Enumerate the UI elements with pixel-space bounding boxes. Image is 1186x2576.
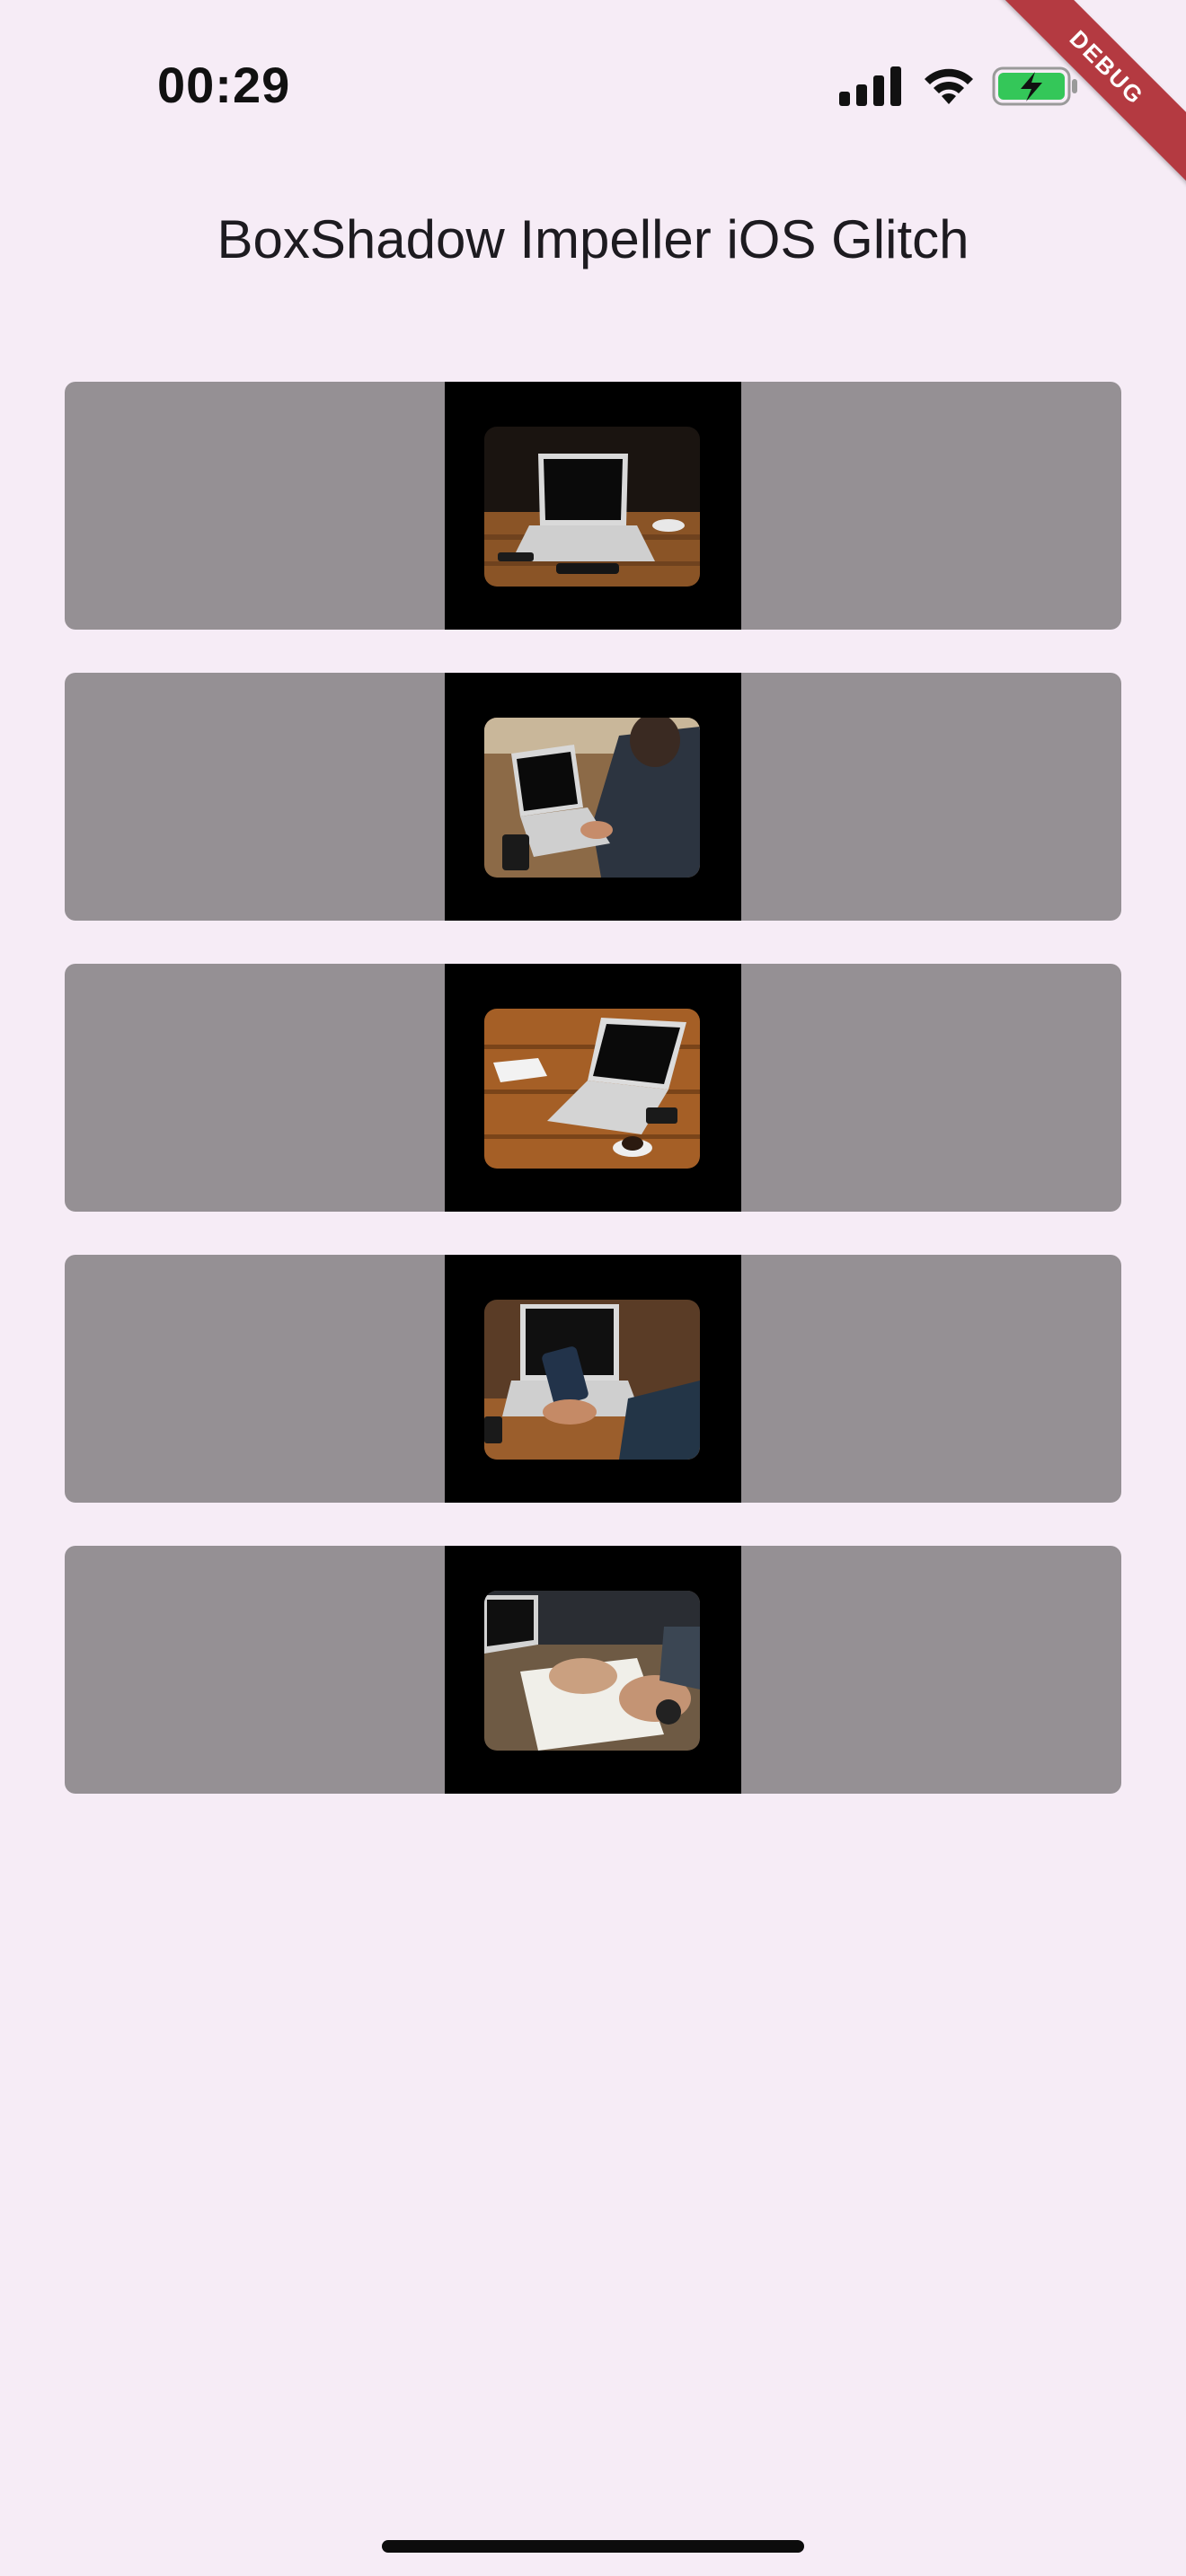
person-writing-in-notebook-photo (484, 1591, 700, 1751)
status-time: 00:29 (157, 57, 291, 113)
person-typing-on-laptop-photo (484, 718, 700, 878)
image-frame (445, 1546, 741, 1794)
signal-icon (839, 66, 901, 106)
image-list (65, 382, 1121, 1837)
list-item (65, 964, 1121, 1212)
list-item (65, 1546, 1121, 1794)
laptop-with-coffee-cup-photo (484, 1009, 700, 1169)
image-frame (445, 964, 741, 1212)
laptop-on-wooden-desk-photo (484, 427, 700, 587)
list-item (65, 1255, 1121, 1503)
wifi-icon (925, 68, 973, 104)
image-frame (445, 1255, 741, 1503)
list-item (65, 673, 1121, 921)
hands-holding-phone-over-laptop-photo (484, 1300, 700, 1460)
battery-charging-icon (992, 66, 1077, 106)
list-item (65, 382, 1121, 630)
page-title: BoxShadow Impeller iOS Glitch (217, 209, 969, 269)
home-indicator[interactable] (382, 2540, 804, 2553)
image-frame (445, 382, 741, 630)
image-frame (445, 673, 741, 921)
